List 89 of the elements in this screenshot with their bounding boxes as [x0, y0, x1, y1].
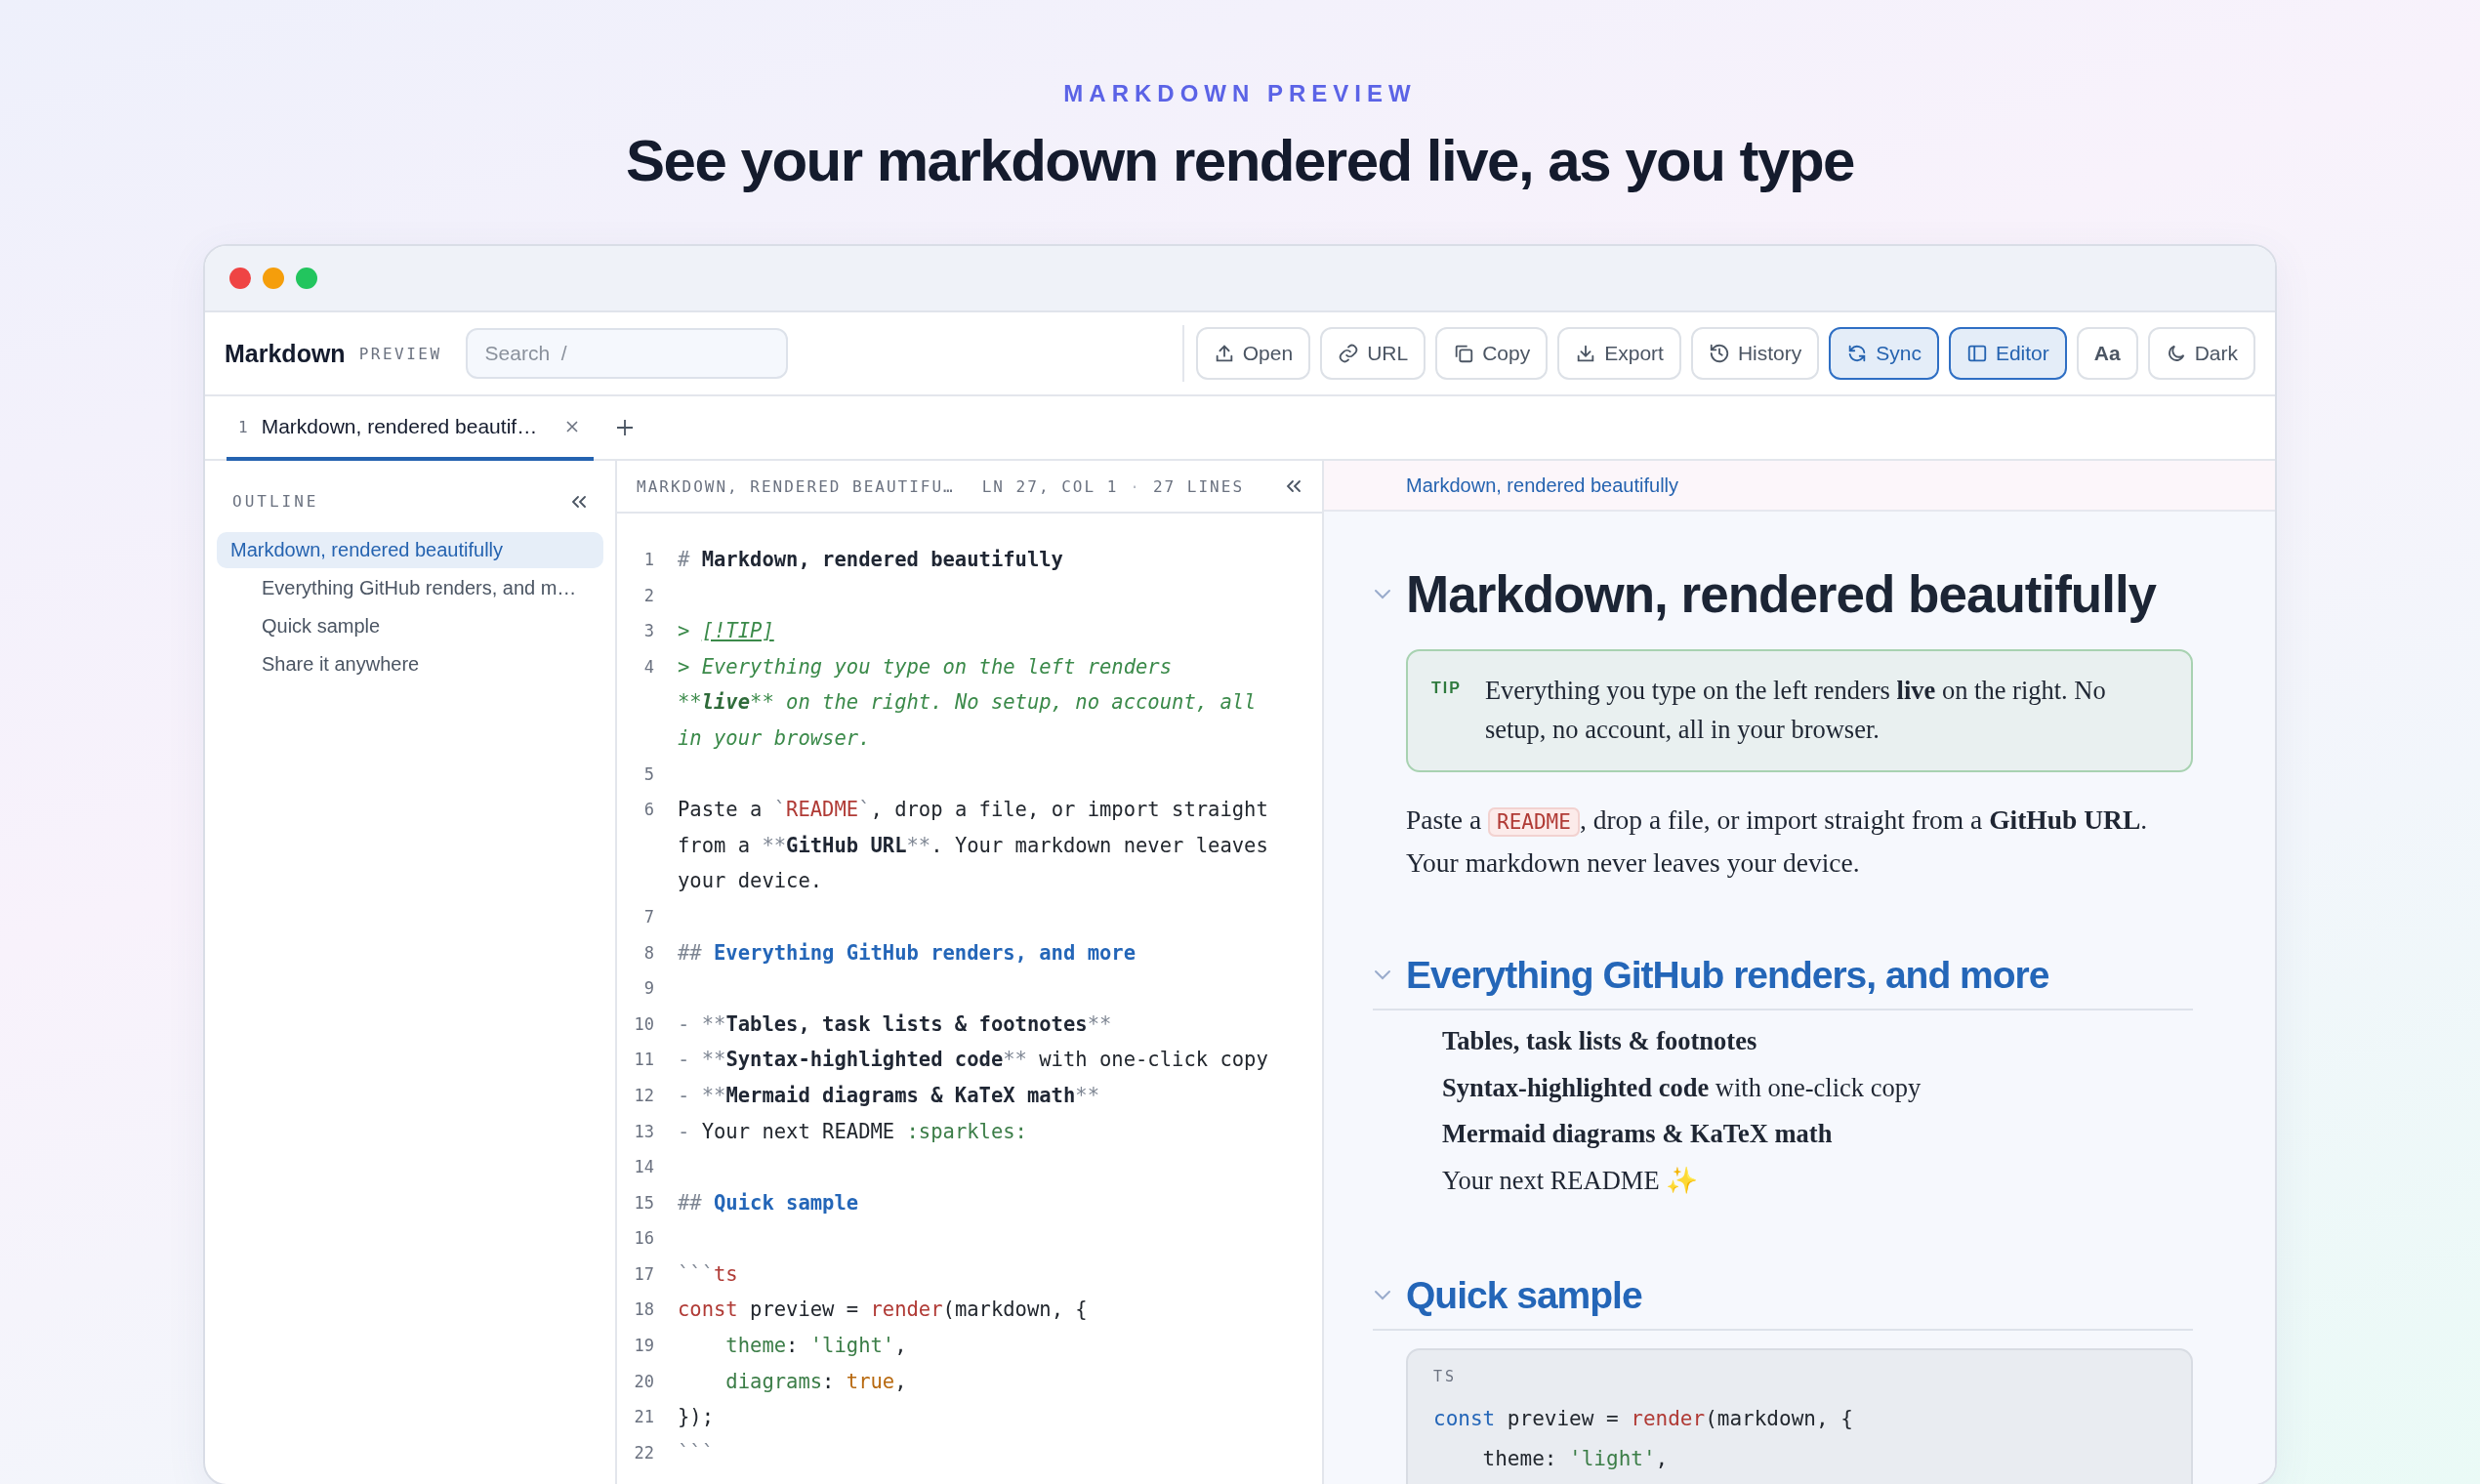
- code-line: > Everything you type on the left renders: [678, 653, 1174, 680]
- list-item: Syntax-highlighted code with one-click copy: [1442, 1071, 1922, 1104]
- line-number: 1: [642, 549, 654, 571]
- link-icon: [1338, 343, 1360, 364]
- code-line: # Markdown, rendered beautifully: [678, 547, 1063, 573]
- toolbar-button[interactable]: Sync: [1829, 327, 1939, 380]
- code-line: Paste a `README`, drop a file, or import straight: [678, 797, 1268, 824]
- document-title: Markdown, rendered beautifully: [1406, 564, 2157, 624]
- search-field[interactable]: Search /: [465, 328, 788, 379]
- copy-icon: [1453, 343, 1475, 364]
- callout-text: Everything you type on the left renders live on the right. No setup, no account, all in your browser.: [1484, 675, 2107, 746]
- toolbar-button[interactable]: Aa: [2076, 327, 2138, 380]
- language-label: TS: [1433, 1368, 1459, 1385]
- app-brand: Markdown: [225, 339, 346, 368]
- add-tab-icon[interactable]: [615, 418, 636, 437]
- line-number: 20: [633, 1370, 654, 1393]
- page-headline: See your markdown rendered live, as you type: [626, 129, 1854, 193]
- line-number: 10: [633, 1012, 654, 1036]
- code-line: ```: [678, 1439, 715, 1466]
- toolbar-button[interactable]: Dark: [2147, 327, 2255, 380]
- code-line: ## Everything GitHub renders, and more: [678, 939, 1136, 967]
- line-number: 12: [633, 1084, 654, 1107]
- line-number: 15: [633, 1191, 654, 1215]
- code-line: - **Tables, task lists & footnotes**: [678, 1010, 1112, 1038]
- breadcrumb-link[interactable]: Markdown, rendered beautifully: [1406, 474, 1679, 497]
- line-number: 3: [642, 620, 654, 643]
- line-number: 4: [642, 655, 654, 679]
- line-number: 5: [642, 763, 654, 786]
- list-item: Mermaid diagrams & KaTeX math: [1442, 1118, 1834, 1150]
- outline-item[interactable]: Quick sample: [217, 608, 603, 644]
- line-number: 17: [633, 1262, 654, 1286]
- code-line: theme: 'light',: [1481, 1446, 1670, 1472]
- line-number: 22: [633, 1441, 654, 1464]
- outline-item[interactable]: Markdown, rendered beautifully: [217, 532, 603, 568]
- line-number: 21: [633, 1406, 654, 1429]
- code-line: - **Syntax-highlighted code** with one-click copy: [678, 1047, 1268, 1074]
- callout-label: TIP: [1431, 679, 1462, 698]
- code-line: from a **GitHub URL**. Your markdown never leaves: [678, 832, 1268, 859]
- code-line: ```ts: [678, 1260, 738, 1288]
- collapse-icon[interactable]: [1285, 478, 1302, 494]
- section-heading: Everything GitHub renders, and more: [1406, 954, 2049, 997]
- toolbar-button[interactable]: URL: [1320, 327, 1426, 380]
- line-number: 19: [633, 1335, 654, 1358]
- line-number: 7: [642, 905, 654, 928]
- toolbar-button[interactable]: Copy: [1435, 327, 1549, 380]
- toolbar-button[interactable]: Editor: [1948, 327, 2067, 380]
- close-icon[interactable]: [564, 419, 581, 434]
- code-line: - Your next README :sparkles:: [678, 1118, 1027, 1145]
- line-number: 14: [633, 1156, 654, 1179]
- line-number: 13: [633, 1120, 654, 1143]
- collapse-icon[interactable]: [570, 493, 588, 510]
- line-count: 27 LINES: [1152, 476, 1244, 496]
- code-line: diagrams: true,: [724, 1368, 907, 1395]
- code-line: theme: 'light',: [724, 1333, 907, 1360]
- code-line: const preview = render(markdown, {: [678, 1297, 1088, 1324]
- code-line: ## Quick sample: [678, 1189, 859, 1216]
- toolbar-button[interactable]: History: [1690, 327, 1820, 380]
- brand-tag: PREVIEW: [358, 344, 442, 363]
- code-line: });: [678, 1404, 715, 1431]
- file-name: MARKDOWN, RENDERED BEAUTIFU…: [637, 476, 955, 496]
- section-heading: Quick sample: [1406, 1274, 1642, 1317]
- code-line: - **Mermaid diagrams & KaTeX math**: [678, 1082, 1099, 1109]
- line-number: 11: [633, 1049, 654, 1072]
- history-icon: [1708, 343, 1730, 364]
- list-item: Tables, task lists & footnotes: [1442, 1025, 1758, 1057]
- toolbar-button[interactable]: Open: [1195, 327, 1311, 380]
- file-tab[interactable]: 1 Markdown, rendered beautif…: [227, 396, 595, 461]
- cursor-position: LN 27, COL 1: [981, 476, 1119, 496]
- line-number: 9: [642, 977, 654, 1001]
- sidebar-icon: [1965, 343, 1988, 364]
- list-item: Your next README ✨: [1442, 1164, 1700, 1197]
- toolbar-button[interactable]: Export: [1557, 327, 1681, 380]
- code-line: const preview = render(markdown, {: [1433, 1406, 1854, 1432]
- code-line: your device.: [678, 868, 824, 895]
- separator-dot: ·: [1130, 476, 1141, 496]
- outline-item[interactable]: Share it anywhere: [217, 646, 603, 682]
- line-number: 16: [633, 1227, 654, 1251]
- outline-item[interactable]: Everything GitHub renders, and m…: [217, 570, 603, 606]
- line-number: 18: [633, 1298, 654, 1322]
- code-line: **live** on the right. No setup, no account, all: [678, 689, 1257, 717]
- paragraph: Paste a README , drop a file, or import straight from a GitHub URL. Your markdown never leaves your device.: [1406, 804, 2149, 880]
- code-line: in your browser.: [678, 724, 872, 752]
- line-number: 6: [642, 799, 654, 822]
- window-controls-icon[interactable]: [228, 267, 318, 290]
- code-line: > [!TIP]: [678, 618, 774, 645]
- outline-title: OUTLINE: [232, 492, 319, 511]
- line-number: 2: [642, 584, 654, 607]
- eyebrow-label: MARKDOWN PREVIEW: [1063, 80, 1417, 107]
- line-number: 8: [642, 941, 654, 965]
